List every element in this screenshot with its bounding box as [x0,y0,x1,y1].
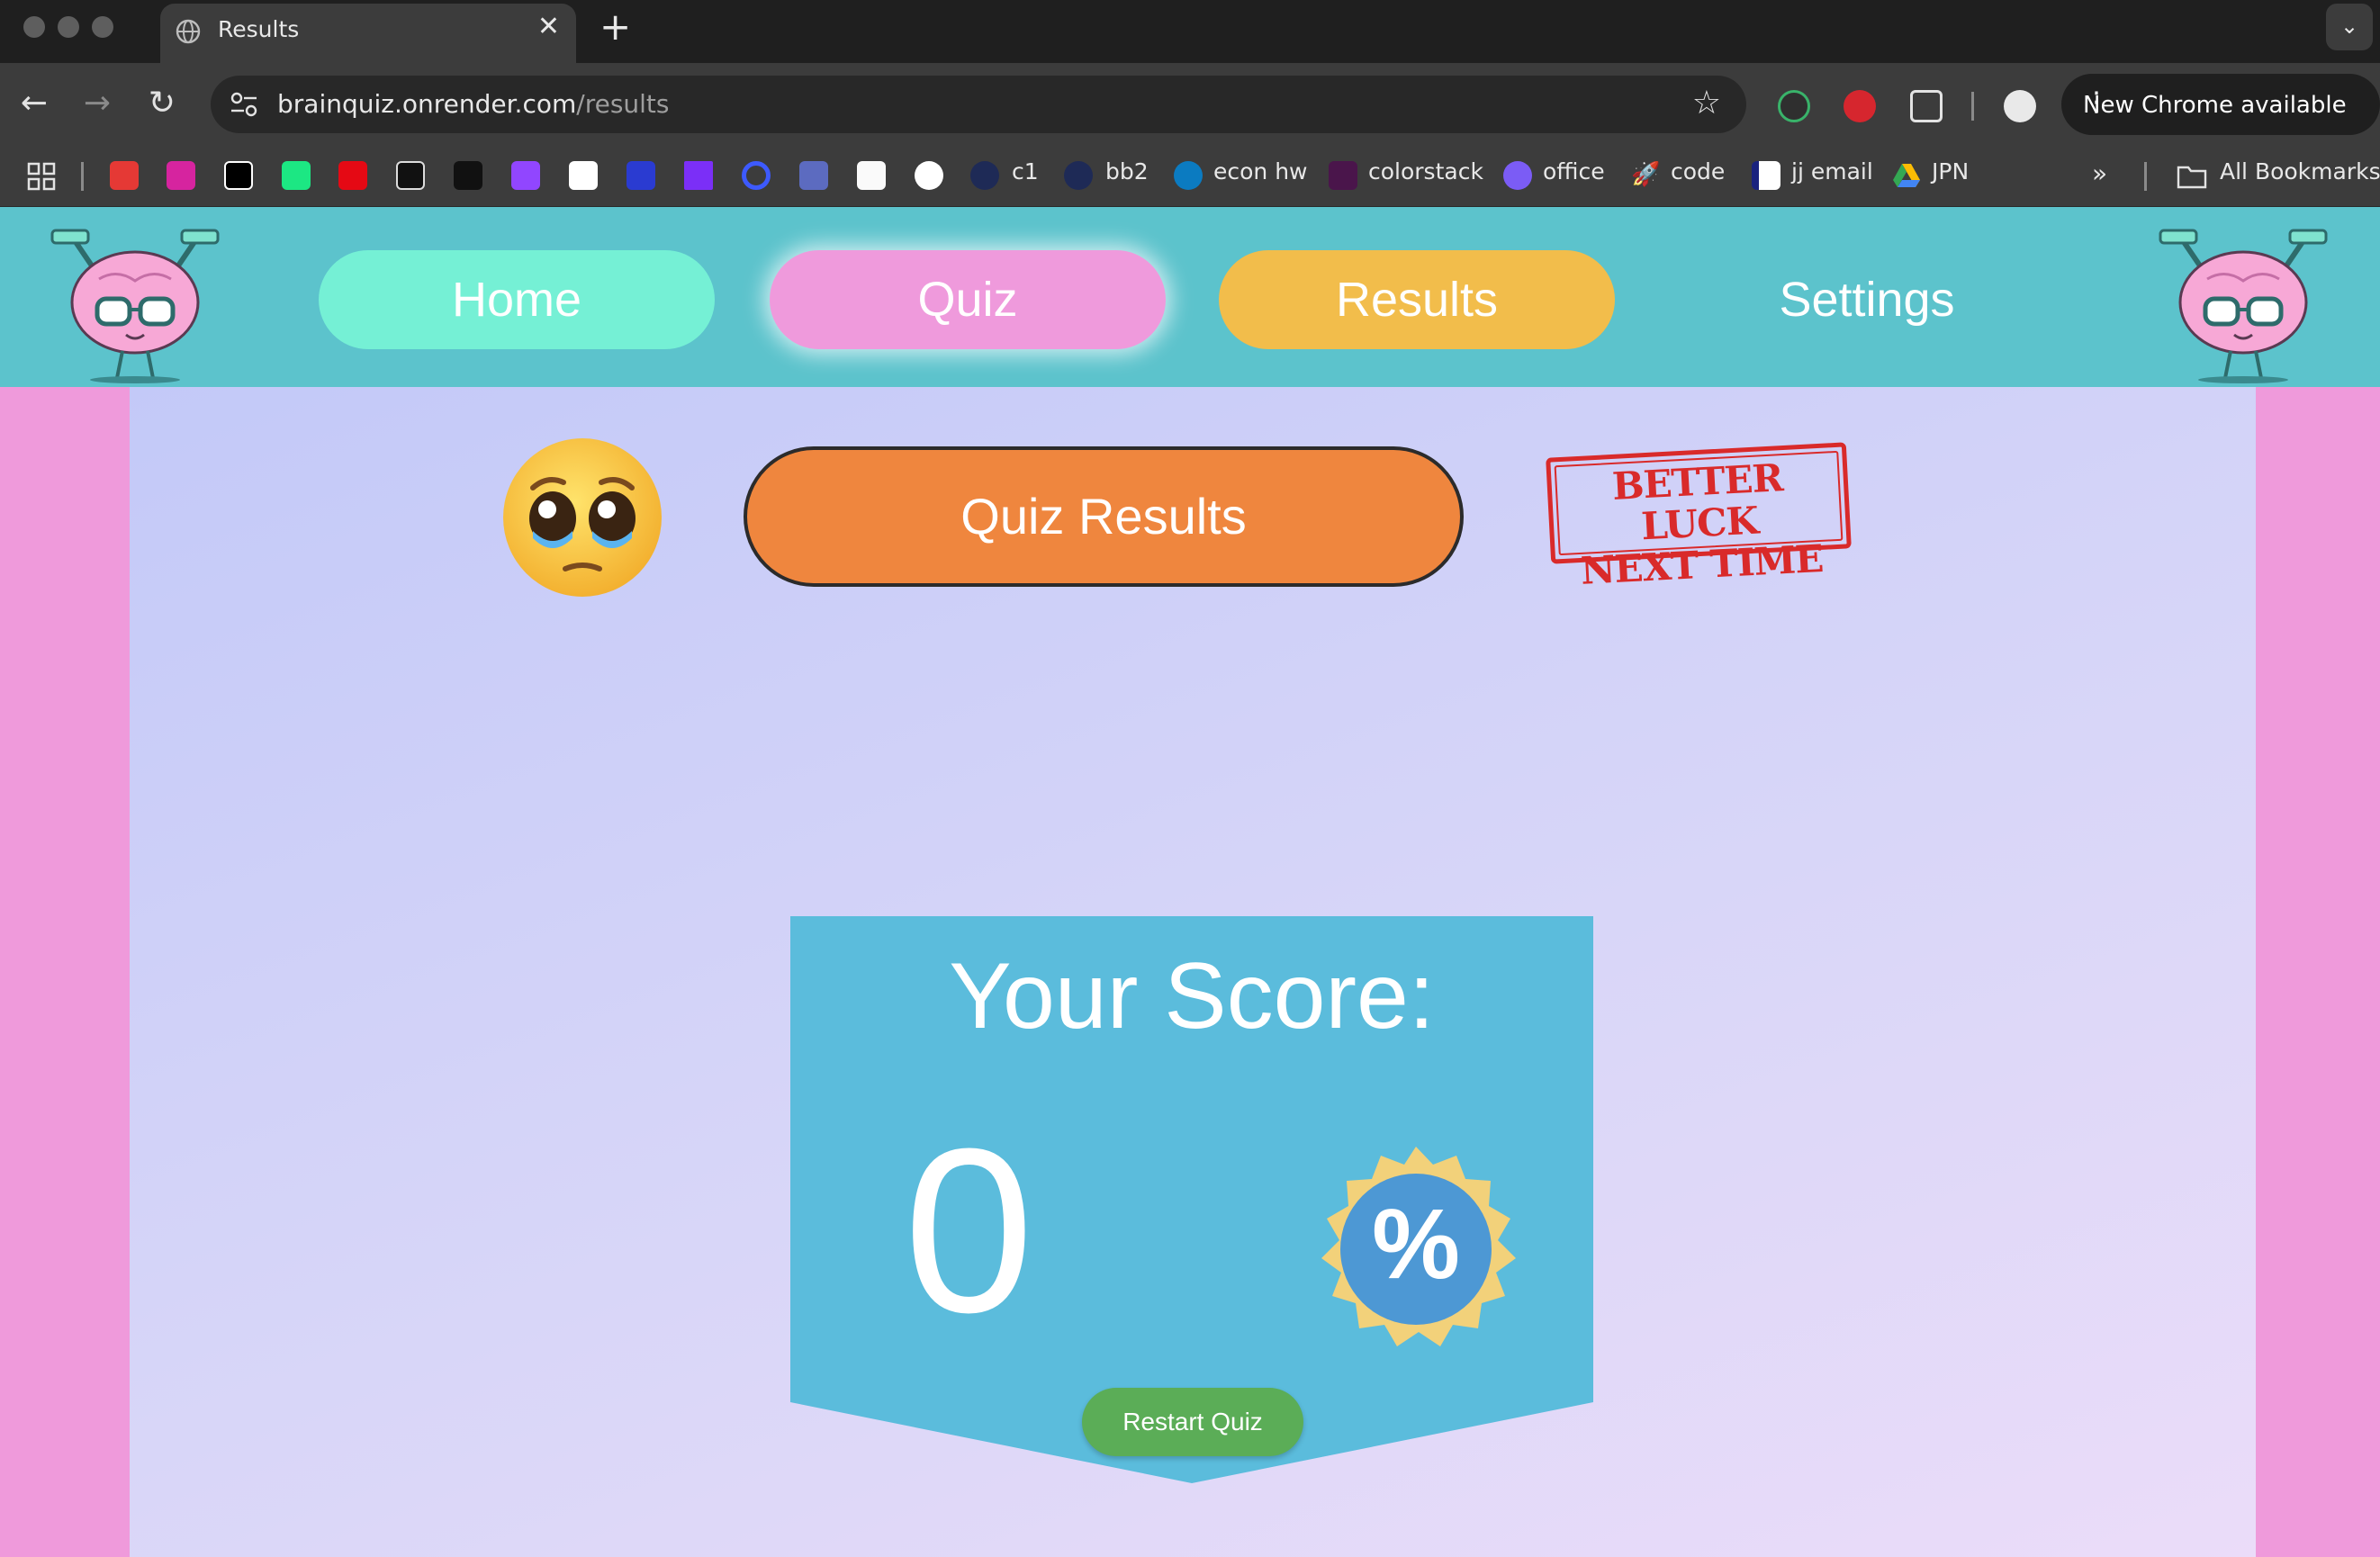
pleading-face-emoji [503,438,662,597]
bookmark-colorstack[interactable]: colorstack [1368,158,1483,184]
stamp-line-1: BETTER LUCK [1610,455,1784,549]
nav-home-button[interactable]: Home [319,250,715,349]
bookmark-jpn[interactable]: JPN [1932,158,1969,184]
slack-icon[interactable] [1329,161,1357,190]
search-circle-icon[interactable] [742,161,771,190]
url-host: brainquiz.onrender.com [277,89,577,119]
bookmark-c1[interactable]: c1 [1012,158,1039,184]
percent-symbol: % [1372,1189,1460,1300]
toolbar-divider [1971,92,1974,121]
office-icon[interactable] [1503,161,1532,190]
url-path: /results [576,89,670,119]
profile-avatar[interactable] [2004,90,2036,122]
score-label: Your Score: [949,944,1435,1048]
brain-mascot-left [50,229,220,383]
bookmark-divider [2144,162,2147,191]
instagram-icon[interactable] [167,161,195,190]
chrome-update-button[interactable]: New Chrome available ⋮ [2061,74,2380,135]
bookmark-office[interactable]: office [1543,158,1605,184]
new-tab-button[interactable]: + [600,7,631,47]
page-root: Home Quiz Results Settings Quiz Results … [0,207,2380,1557]
x-icon[interactable] [224,161,253,190]
calendar-icon[interactable] [857,161,886,190]
github-icon[interactable] [915,161,943,190]
bookmark-bb2[interactable]: bb2 [1105,158,1149,184]
site-settings-icon[interactable] [229,90,259,119]
browser-tabstrip: Results ✕ + ⌄ [0,0,2380,63]
window-minimize-dot[interactable] [58,16,79,38]
results-content: Quiz Results BETTER LUCK NEXT TIME Your … [130,387,2256,1557]
percent-badge-icon: % [1321,1147,1516,1346]
grammarly-extension-icon[interactable] [1778,90,1810,122]
folder-icon [2177,166,2207,189]
restart-quiz-button[interactable]: Restart Quiz [1082,1388,1303,1456]
bookmarks-overflow-icon[interactable]: » [2092,158,2107,188]
bookmark-econ-hw[interactable]: econ hw [1213,158,1308,184]
bookmarks-bar: c1 bb2 econ hw colorstack office 🚀 code … [0,146,2380,207]
twitch-icon[interactable] [511,161,540,190]
globe-icon [176,19,201,44]
reload-button[interactable]: ↻ [140,83,184,126]
play-icon[interactable] [684,161,713,190]
bookmark-divider [81,162,84,191]
address-bar[interactable]: brainquiz.onrender.com/results ☆ [211,76,1746,133]
nav-quiz-button[interactable]: Quiz [770,250,1166,349]
apps-grid-icon[interactable] [27,162,56,191]
youtube-icon[interactable] [110,161,139,190]
tiktok-icon[interactable] [454,161,482,190]
forward-button[interactable]: → [76,83,119,126]
quiz-results-heading: Quiz Results [744,446,1464,587]
all-bookmarks-link[interactable]: All Bookmarks [2220,158,2380,184]
site-header: Home Quiz Results Settings [0,207,2380,387]
score-value: 0 [904,1101,1034,1362]
tab-search-button[interactable]: ⌄ [2326,4,2373,50]
brain-mascot-right [2159,229,2328,383]
video-icon[interactable] [799,161,828,190]
better-luck-stamp: BETTER LUCK NEXT TIME [1546,442,1852,593]
nav-results-button[interactable]: Results [1219,250,1615,349]
drive-icon[interactable] [1892,161,1921,190]
mail-icon[interactable] [1752,161,1780,190]
tab-close-icon[interactable]: ✕ [537,14,560,40]
bookmark-page-icon[interactable] [1064,161,1093,190]
tab-title: Results [218,16,300,42]
browser-tab-results[interactable]: Results ✕ [160,4,576,63]
pearson-icon[interactable] [1174,161,1203,190]
adblock-extension-icon[interactable] [1844,90,1876,122]
browser-toolbar: ← → ↻ brainquiz.onrender.com/results ☆ N… [0,63,2380,146]
window-zoom-dot[interactable] [92,16,113,38]
netflix-icon[interactable] [338,161,367,190]
bookmark-jj-email[interactable]: jj email [1791,158,1873,184]
stamp-line-2: NEXT TIME [1579,536,1825,593]
bookmark-code[interactable]: code [1671,158,1725,184]
kebab-menu-icon[interactable]: ⋮ [2083,86,2362,118]
bookmark-page-icon[interactable] [970,161,999,190]
extensions-puzzle-icon[interactable] [1910,90,1943,122]
window-close-dot[interactable] [23,16,45,38]
rocket-icon[interactable]: 🚀 [1631,161,1660,190]
amazon-icon[interactable] [569,161,598,190]
url-text: brainquiz.onrender.com/results [277,89,670,119]
nav-settings-button[interactable]: Settings [1669,250,2065,349]
pinterest-p-icon[interactable] [396,161,425,190]
mb-icon[interactable] [627,161,655,190]
bookmark-star-icon[interactable]: ☆ [1692,85,1721,122]
back-button[interactable]: ← [13,83,56,126]
hulu-icon[interactable] [282,161,311,190]
